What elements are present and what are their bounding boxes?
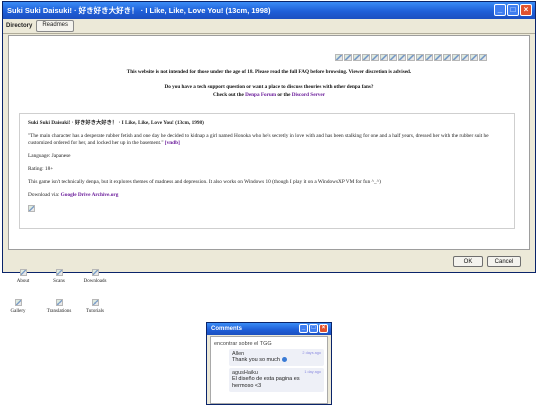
close-icon[interactable]: × [520,4,532,16]
desktop-icon-scans[interactable]: Scans [39,269,79,284]
download-label: Download via: [28,192,60,198]
badge-image-icon [371,54,379,61]
badge-image-icon [443,54,451,61]
maximize-icon[interactable]: □ [309,324,318,333]
minimize-icon[interactable]: _ [494,4,506,16]
compat-note: This game isn't technically denpa, but i… [28,179,381,185]
badge-image-icon [452,54,460,61]
denpa-forum-link[interactable]: Denpa Forum [245,92,276,98]
readmes-button[interactable]: Readmes [36,20,75,32]
scans-icon [55,269,63,276]
comments-list[interactable]: encontrar sobre el TGG Allen 2 days ago … [210,336,328,404]
gallery-icon [14,299,22,306]
comments-titlebar[interactable]: Comments _ □ × [207,323,331,335]
cancel-button[interactable]: Cancel [487,256,521,267]
badge-strip [335,54,487,61]
desktop-icon-label: Downloads [83,279,107,284]
game-image-icon [28,205,35,212]
desktop-icon-about[interactable]: About [3,269,43,284]
directory-label: Directory [6,23,33,29]
desktop-icon-label: Scans [53,279,65,284]
support-notice: Do you have a tech support question or w… [9,83,529,99]
badge-image-icon [479,54,487,61]
download-links[interactable]: Google Drive Archive.org [61,192,119,198]
badge-image-icon [353,54,361,61]
age-notice: This website is not intended for those u… [126,69,412,75]
toolbar: Directory Readmes [3,19,535,34]
desktop-icon-label: Tutorials [86,309,104,314]
badge-image-icon [407,54,415,61]
comment-item: Allen 2 days ago Thank you so much [229,349,324,366]
game-heading: Suki Suki Daisuki! · 好き好き大好き！ · I Like, … [28,120,204,126]
downloads-icon [91,269,99,276]
close-icon[interactable]: × [319,324,328,333]
maximize-icon[interactable]: □ [507,4,519,16]
about-icon [19,269,27,276]
badge-image-icon [470,54,478,61]
ok-button[interactable]: OK [453,256,483,267]
badge-image-icon [380,54,388,61]
comment-time: 2 days ago [302,351,321,355]
desktop-icon-tutorials[interactable]: Tutorials [75,299,115,314]
desktop-icon-translations[interactable]: Translations [39,299,79,314]
comment-text: El diseño de esta pagina es hermoso <3 [232,376,300,389]
language-info: Language: Japanese [28,153,71,159]
minimize-icon[interactable]: _ [299,324,308,333]
desktop-icon-label: Gallery [10,309,26,314]
badge-image-icon [461,54,469,61]
badge-image-icon [362,54,370,61]
game-info-box: Suki Suki Daisuki! · 好き好き大好き！ · I Like, … [19,113,515,229]
discord-server-link[interactable]: Discord Server [292,92,325,98]
badge-image-icon [425,54,433,61]
content-pane: This website is not intended for those u… [8,35,530,250]
comments-window: Comments _ □ × encontrar sobre el TGG Al… [206,322,332,405]
comment-time: 1 day ago [304,370,321,374]
badge-image-icon [416,54,424,61]
badge-image-icon [434,54,442,61]
badge-image-icon [398,54,406,61]
desktop-icon-gallery[interactable]: Gallery [0,299,38,314]
badge-image-icon [335,54,343,61]
comment-cut-line: encontrar sobre el TGG [214,341,272,347]
comments-title: Comments [211,326,243,332]
window-title: Suki Suki Daisuki! · 好き好き大好き！ · I Like, … [7,6,271,15]
support-or: or the [277,92,291,98]
desktop-icon-downloads[interactable]: Downloads [75,269,115,284]
badge-image-icon [344,54,352,61]
comment-text: Thank you so much [232,357,280,363]
vndb-link[interactable]: [vndb] [165,140,180,146]
desktop-icon-label: About [16,279,30,284]
description-text: "The main character has a desperate rubb… [28,133,489,146]
rating-info: Rating: 18+ [28,166,54,172]
badge-image-icon [389,54,397,61]
tutorials-icon [91,299,99,306]
window-titlebar[interactable]: Suki Suki Daisuki! · 好き好き大好き！ · I Like, … [3,2,535,19]
download-line: Download via: Google Drive Archive.org [28,192,506,199]
main-window: Suki Suki Daisuki! · 好き好き大好き！ · I Like, … [2,1,536,273]
translations-icon [55,299,63,306]
game-description: "The main character has a desperate rubb… [28,133,506,147]
desktop-icon-label: Translations [46,309,72,314]
comment-item: agusHaiku 1 day ago El diseño de esta pa… [229,368,324,392]
smile-emoji-icon [281,357,287,363]
